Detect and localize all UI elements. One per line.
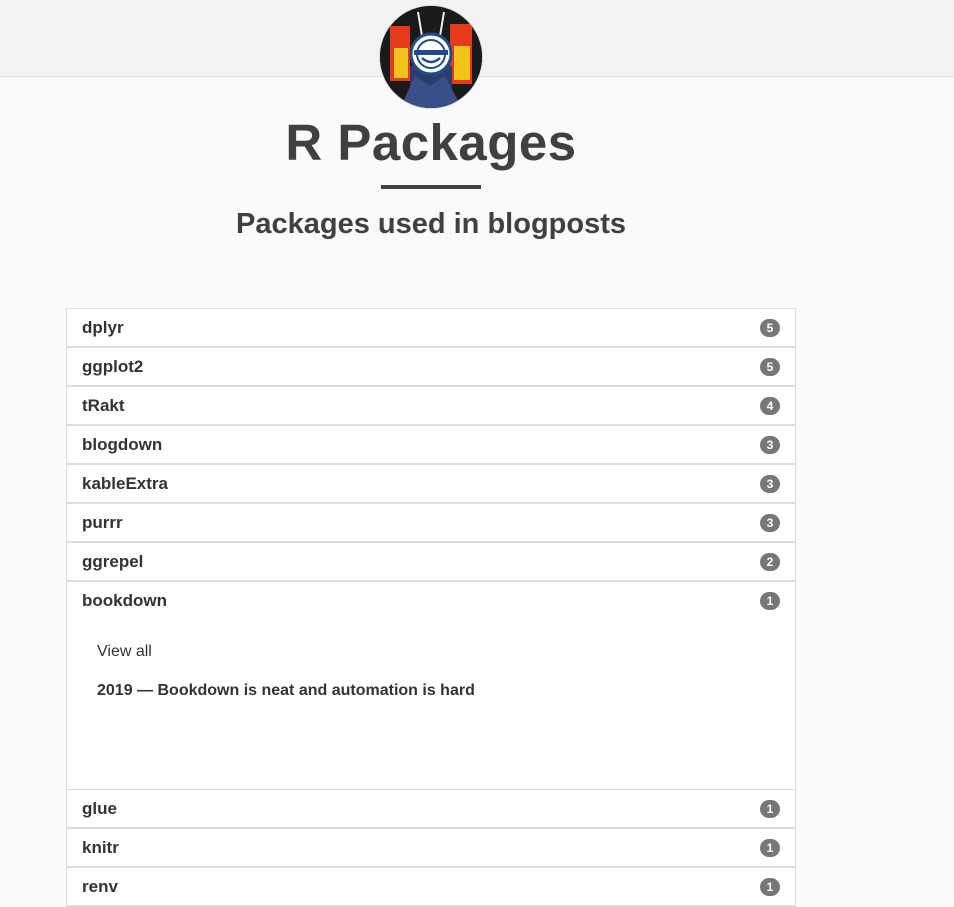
count-badge: 5 — [760, 357, 780, 376]
package-toggle[interactable]: knitr 1 — [67, 829, 795, 867]
package-name: ggplot2 — [82, 356, 144, 376]
count-badge: 3 — [760, 513, 780, 532]
count-badge: 5 — [760, 318, 780, 337]
count-badge: 1 — [760, 838, 780, 857]
package-item: blogdown 3 — [66, 425, 796, 465]
package-name: ggrepel — [82, 551, 144, 571]
package-name: dplyr — [82, 317, 124, 337]
count-badge: 3 — [760, 435, 780, 454]
post-link[interactable]: 2019 — Bookdown is neat and automation i… — [97, 682, 765, 700]
package-name: tRakt — [82, 395, 125, 415]
package-item: kableExtra 3 — [66, 464, 796, 504]
package-item: purrr 3 — [66, 503, 796, 543]
package-item: ggrepel 2 — [66, 542, 796, 582]
package-list: dplyr 5 ggplot2 5 tRakt 4 blogdown 3 kab… — [66, 308, 796, 907]
package-name: blogdown — [82, 434, 163, 454]
package-name: knitr — [82, 837, 119, 857]
count-badge: 3 — [760, 474, 780, 493]
package-item: dplyr 5 — [66, 308, 796, 348]
page-subtitle: Packages used in blogposts — [236, 208, 626, 240]
count-badge: 1 — [760, 877, 780, 896]
package-name: glue — [82, 798, 117, 818]
package-item: renv 1 — [66, 867, 796, 907]
package-item: ggplot2 5 — [66, 347, 796, 387]
package-posts-panel: View all 2019 — Bookdown is neat and aut… — [67, 619, 795, 789]
package-toggle[interactable]: kableExtra 3 — [67, 465, 795, 503]
laughing-man-logo-icon — [380, 6, 482, 108]
package-toggle[interactable]: blogdown 3 — [67, 426, 795, 464]
page-title: R Packages — [285, 114, 577, 171]
package-toggle[interactable]: tRakt 4 — [67, 387, 795, 425]
package-toggle[interactable]: ggplot2 5 — [67, 348, 795, 386]
package-toggle[interactable]: glue 1 — [67, 790, 795, 828]
package-toggle[interactable]: ggrepel 2 — [67, 543, 795, 581]
package-toggle[interactable]: bookdown 1 — [67, 582, 795, 619]
package-toggle[interactable]: dplyr 5 — [67, 309, 795, 347]
count-badge: 1 — [760, 591, 780, 610]
avatar[interactable] — [380, 6, 482, 108]
package-name: kableExtra — [82, 473, 168, 493]
package-name: renv — [82, 876, 118, 896]
package-toggle[interactable]: renv 1 — [67, 868, 795, 906]
count-badge: 2 — [760, 552, 780, 571]
package-item: tRakt 4 — [66, 386, 796, 426]
view-all-link[interactable]: View all — [97, 643, 152, 661]
package-toggle[interactable]: purrr 3 — [67, 504, 795, 542]
package-item: glue 1 — [66, 789, 796, 829]
package-name: purrr — [82, 512, 123, 532]
count-badge: 4 — [760, 396, 780, 415]
package-item: knitr 1 — [66, 828, 796, 868]
package-name: bookdown — [82, 590, 167, 610]
package-item-expanded: bookdown 1 View all 2019 — Bookdown is n… — [66, 581, 796, 790]
count-badge: 1 — [760, 799, 780, 818]
title-divider — [381, 185, 481, 189]
